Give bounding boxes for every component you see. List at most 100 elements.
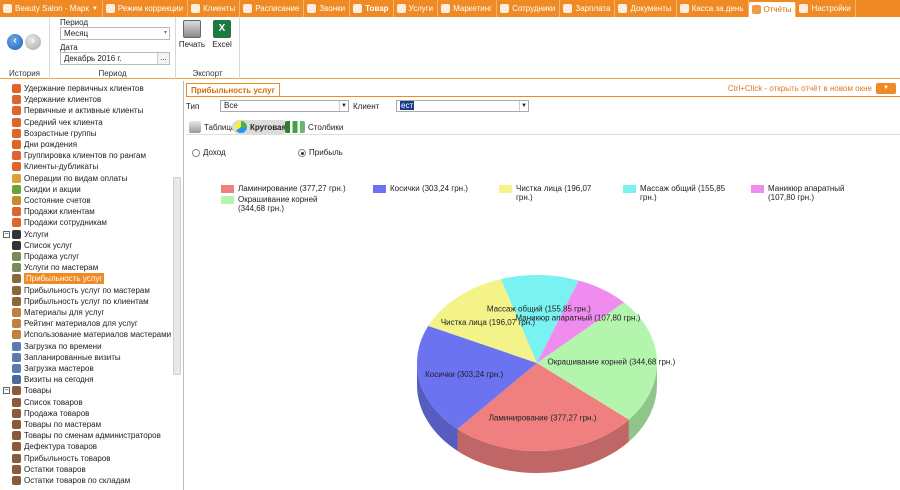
menu-item-7[interactable]: Маркетинг: [438, 0, 498, 17]
tree-item[interactable]: Прибыльность услуг по мастерам: [0, 285, 174, 296]
tree-item[interactable]: Список товаров: [0, 397, 174, 408]
tree-item[interactable]: Остатки товаров: [0, 464, 174, 475]
view-tab-bars[interactable]: Столбики: [282, 120, 346, 134]
menu-item-10[interactable]: Документы: [615, 0, 677, 17]
tree-group[interactable]: − Услуги: [0, 229, 174, 240]
account-icon: [12, 196, 21, 205]
excel-button[interactable]: X Excel: [208, 20, 236, 49]
tree-item[interactable]: Прибыльность услуг по клиентам: [0, 296, 174, 307]
tree-item[interactable]: Удержание первичных клиентов: [0, 83, 174, 94]
date-field[interactable]: Декабрь 2016 г. ...: [60, 52, 170, 65]
tree-item[interactable]: Материалы для услуг: [0, 307, 174, 318]
back-button[interactable]: ‹: [7, 34, 23, 50]
menu-item-3[interactable]: Расписание: [240, 0, 305, 17]
tree-item[interactable]: Группировка клиентов по рангам: [0, 150, 174, 161]
tree-item[interactable]: Прибыльность услуг: [0, 273, 174, 285]
view-tab-pie[interactable]: Круговая: [232, 120, 290, 134]
menu-item-0[interactable]: Beauty Salon - Марк ▼: [0, 0, 103, 17]
menu-item-13[interactable]: Настройки: [796, 0, 856, 17]
services-icon: [396, 4, 406, 13]
discount-icon: [12, 184, 21, 194]
menu-item-label: Зарплата: [575, 4, 611, 13]
menu-item-label: Режим коррекции: [117, 4, 184, 13]
tree-item-label: Прибыльность услуг: [24, 273, 105, 285]
chart-legend: Ламинирование (377,27 грн.) Косички (303,…: [221, 184, 851, 214]
legend-entry: Массаж общий (155,85 грн.): [623, 184, 733, 202]
collapse-toggle[interactable]: −: [3, 230, 10, 238]
tree-item[interactable]: Удержание клиентов: [0, 94, 174, 105]
type-select[interactable]: Все ▼: [220, 100, 349, 112]
tree-item-label: Состояние счетов: [24, 196, 91, 205]
tree-item-label: Запланированные визиты: [24, 352, 121, 362]
pie-slice-label: Массаж общий (155,85 грн.): [487, 304, 591, 313]
open-new-window-hint: Ctrl+Click - открыть отчёт в новом окне: [727, 84, 872, 93]
pie-slice-label: Ламинирование (377,27 грн.): [489, 413, 597, 422]
menu-item-8[interactable]: Сотрудники: [497, 0, 561, 17]
tree-item[interactable]: Услуги по мастерам: [0, 262, 174, 273]
tree-item[interactable]: Дни рождения: [0, 139, 174, 150]
window-options-button[interactable]: ▼: [876, 83, 896, 94]
client-value: ест: [400, 101, 415, 110]
view-tab-table[interactable]: Таблица: [186, 120, 238, 134]
profit-icon: [12, 274, 21, 284]
tree-item[interactable]: Клиенты-дубликаты: [0, 161, 174, 172]
tree-item[interactable]: Продажа товаров: [0, 408, 174, 419]
menu-item-6[interactable]: Услуги: [394, 0, 439, 17]
tab-service-profitability[interactable]: Прибыльность услуг: [186, 83, 280, 97]
tree-item-label: Прибыльность услуг по клиентам: [24, 296, 149, 306]
tree-group[interactable]: − Товары: [0, 385, 174, 396]
client-select[interactable]: ест ▼: [396, 100, 529, 112]
menu-item-1[interactable]: Режим коррекции: [103, 0, 189, 17]
menu-item-9[interactable]: Зарплата: [560, 0, 616, 17]
calendar-icon: [12, 375, 21, 385]
menu-item-2[interactable]: Клиенты: [188, 0, 241, 17]
tree-item[interactable]: Остатки товаров по складам: [0, 475, 174, 486]
tree-item[interactable]: Возрастные группы: [0, 128, 174, 139]
date-picker-button[interactable]: ...: [157, 53, 169, 64]
tree-item[interactable]: Операции по видам оплаты: [0, 173, 174, 184]
print-button[interactable]: Печать: [178, 20, 206, 49]
tree-item[interactable]: Продажи сотрудникам: [0, 217, 174, 228]
forward-button[interactable]: ›: [25, 34, 41, 50]
collapse-toggle[interactable]: −: [3, 387, 10, 395]
tree-item[interactable]: Первичные и активные клиенты: [0, 105, 174, 116]
menu-item-12[interactable]: Отчёты: [748, 2, 797, 17]
tree-item-label: Материалы для услуг: [24, 308, 105, 317]
tree-item[interactable]: Запланированные визиты: [0, 352, 174, 363]
radio-income[interactable]: Доход: [192, 148, 226, 157]
tree-item-label: Возрастные группы: [24, 128, 97, 138]
menu-item-11[interactable]: Касса за день: [677, 0, 749, 17]
tree-item[interactable]: Дефектура товаров: [0, 441, 174, 452]
menu-item-5[interactable]: Товар: [350, 0, 394, 17]
tree-item-label: Прибыльность товаров: [24, 453, 111, 463]
money-icon: [12, 173, 21, 183]
legend-label: Окрашивание корней (344,68 грн.): [238, 195, 318, 213]
tree-item[interactable]: Загрузка мастеров: [0, 363, 174, 374]
tree-item[interactable]: Использование материалов мастерами: [0, 329, 174, 340]
tree-item[interactable]: Товары по мастерам: [0, 419, 174, 430]
menu-item-4[interactable]: Звонки: [304, 0, 351, 17]
period-group-label: Период: [98, 69, 127, 78]
tree-item[interactable]: Продажа услуг: [0, 251, 174, 262]
menu-item-label: Расписание: [255, 4, 300, 13]
tree-item[interactable]: Средний чек клиента: [0, 117, 174, 128]
tree-item[interactable]: Состояние счетов: [0, 195, 174, 206]
menu-item-label: Касса за день: [691, 4, 744, 13]
tree-item[interactable]: Товары по сменам администраторов: [0, 430, 174, 441]
tree-item[interactable]: Рейтинг материалов для услуг: [0, 318, 174, 329]
tree-item[interactable]: Прибыльность товаров: [0, 453, 174, 464]
tree-item-label: Услуги: [24, 229, 49, 239]
tree-item[interactable]: Продажи клиентам: [0, 206, 174, 217]
view-tab-divider: [186, 134, 900, 135]
sidebar-scrollbar[interactable]: [173, 177, 181, 375]
tree-item[interactable]: Визиты на сегодня: [0, 374, 174, 385]
tree-item[interactable]: Загрузка по времени: [0, 341, 174, 352]
radio-profit[interactable]: Прибыль: [298, 148, 343, 157]
period-select[interactable]: Месяц ▾: [60, 27, 170, 40]
tree-item[interactable]: Скидки и акции: [0, 184, 174, 195]
tree-item[interactable]: Список услуг: [0, 240, 174, 251]
client-label: Клиент: [353, 102, 380, 111]
type-label: Тип: [186, 102, 200, 111]
radio-income-indicator[interactable]: [192, 148, 200, 157]
radio-profit-indicator[interactable]: [298, 148, 306, 157]
